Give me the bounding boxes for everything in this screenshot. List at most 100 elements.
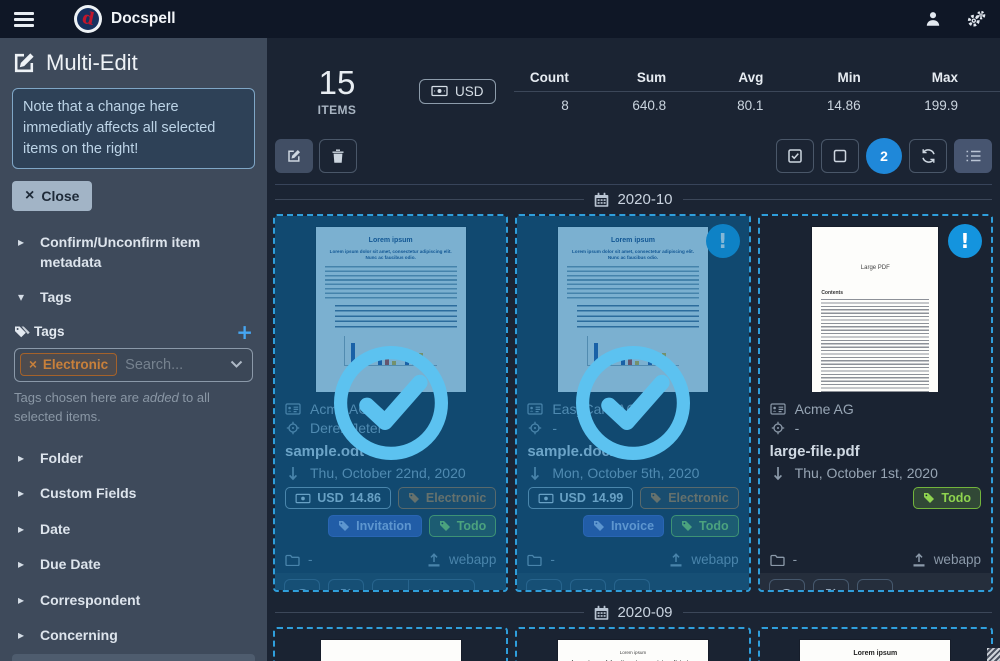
caret-right-icon: ▸ xyxy=(18,628,25,643)
caret-down-icon: ▾ xyxy=(18,290,25,305)
item-card-sample-docx[interactable]: ! Lorem ipsum Lorem ipsum dolor sit amet… xyxy=(515,214,751,592)
caret-right-icon: ▸ xyxy=(18,557,25,572)
item-thumbnail[interactable]: Lorem ipsum Lorem ipsum dolor sit amet, … xyxy=(517,629,748,661)
resize-grip[interactable] xyxy=(987,648,1000,661)
selection-count-badge[interactable]: 2 xyxy=(866,138,902,174)
preview-eye-button[interactable] xyxy=(526,579,563,590)
stats-header-avg: Avg xyxy=(708,64,806,92)
settings-gears-icon[interactable] xyxy=(966,10,986,28)
multi-edit-note: Note that a change here immediatly affec… xyxy=(12,88,255,170)
correspondent-row: Acme AG xyxy=(770,401,981,417)
item-card-large-file-pdf[interactable]: ! Large PDF Contents Acme AG - large-fil… xyxy=(757,214,993,592)
folder-icon xyxy=(285,554,300,566)
sidebar-item-date[interactable]: ▸ Date xyxy=(12,512,255,548)
crosshairs-icon xyxy=(770,421,786,435)
sidebar-item-due-date[interactable]: ▸ Due Date xyxy=(12,547,255,583)
select-all-button[interactable] xyxy=(776,139,814,173)
preview-eye-button[interactable] xyxy=(284,579,320,590)
tag-badge-todo[interactable]: Todo xyxy=(671,515,739,537)
items-count-label: ITEMS xyxy=(317,103,357,118)
thumb-text-lines xyxy=(324,266,457,301)
sidebar-item-folder[interactable]: ▸ Folder xyxy=(12,441,255,477)
sidebar-item-tags[interactable]: ▾ Tags xyxy=(12,280,255,316)
tag-badge-electronic[interactable]: Electronic xyxy=(640,487,739,509)
tag-icon xyxy=(338,520,350,532)
multi-edit-button[interactable] xyxy=(275,139,313,173)
tags-help-text: Tags chosen here are added to all select… xyxy=(14,389,253,427)
close-button[interactable]: × Close xyxy=(12,181,93,212)
deselect-all-button[interactable] xyxy=(821,139,859,173)
sidebar-item-concerning[interactable]: ▸ Concerning xyxy=(12,618,255,654)
stats-table: Count Sum Avg Min Max 8 640.8 80.1 14.86… xyxy=(513,64,1000,119)
tag-badge-invitation[interactable]: Invitation xyxy=(328,515,422,537)
item-thumbnail[interactable]: Keywords in PDF xyxy=(275,629,506,661)
tag-badge-todo[interactable]: Todo xyxy=(428,515,497,537)
sidebar-item-confirm[interactable]: ▸ Confirm/Unconfirm item metadata xyxy=(12,225,255,280)
concerning-name: - xyxy=(552,420,557,436)
tags-search-box[interactable]: × Electronic xyxy=(14,347,253,382)
thumb-title: Lorem ipsum xyxy=(619,650,647,655)
sidebar-item-direction[interactable]: ▸ Direction xyxy=(12,654,255,661)
amount-value: 14.86 xyxy=(349,491,381,505)
item-card-partial-3[interactable]: Lorem ipsum Lorem ipsum dolor sit amet, … xyxy=(757,627,993,661)
sidebar-item-correspondent[interactable]: ▸ Correspondent xyxy=(12,583,255,619)
stats-value-sum: 640.8 xyxy=(632,97,667,113)
hamburger-menu-icon[interactable] xyxy=(14,11,34,27)
refresh-button[interactable] xyxy=(909,139,947,173)
item-meta: EasyCare AG - sample.docx Mon, October 5… xyxy=(517,392,748,546)
currency-filter-label: USD xyxy=(455,83,484,99)
stats-header-max: Max xyxy=(902,64,1000,92)
item-card-sample-odt[interactable]: Lorem ipsum Lorem ipsum dolor sit amet, … xyxy=(273,214,509,592)
next-attachment-button[interactable]: → xyxy=(373,580,408,590)
thumb-title: Large PDF xyxy=(860,265,890,271)
items-count-block: 15 ITEMS xyxy=(267,64,407,118)
tag-search-input[interactable] xyxy=(125,356,222,373)
caret-right-icon: ▸ xyxy=(18,521,25,536)
tag-label: Electronic xyxy=(425,491,487,505)
tags-icon xyxy=(14,325,30,339)
selected-tag-chip[interactable]: × Electronic xyxy=(20,353,118,377)
list-view-button[interactable] xyxy=(954,139,992,173)
tag-badge-invoice[interactable]: Invoice xyxy=(582,515,665,537)
warning-exclamation-icon: ! xyxy=(947,224,982,258)
thumb-contents-label: Contents xyxy=(821,290,843,296)
tag-icon xyxy=(439,520,451,532)
user-icon[interactable] xyxy=(924,10,942,28)
thumb-bar-chart xyxy=(344,336,437,367)
tag-badge-electronic[interactable]: Electronic xyxy=(397,487,497,509)
item-thumbnail[interactable]: Lorem ipsum Lorem ipsum dolor sit amet, … xyxy=(760,629,991,661)
concerning-name: - xyxy=(794,420,800,436)
edit-item-button[interactable] xyxy=(812,579,849,590)
edit-item-button[interactable] xyxy=(570,579,607,590)
upload-icon xyxy=(427,552,441,567)
page-count-label: 1/2, 4p. xyxy=(407,580,474,590)
amount-badge[interactable]: USD 14.86 xyxy=(285,487,391,509)
item-date-row: Thu, October 22nd, 2020 xyxy=(285,465,496,481)
item-thumbnail[interactable]: Lorem ipsum Lorem ipsum dolor sit amet, … xyxy=(275,216,506,392)
preview-eye-button[interactable] xyxy=(768,579,805,590)
item-date: Mon, October 5th, 2020 xyxy=(552,465,700,481)
remove-tag-icon[interactable]: × xyxy=(29,357,37,372)
delete-button[interactable] xyxy=(319,139,357,173)
tag-label: Todo xyxy=(456,519,487,533)
crosshairs-icon xyxy=(285,421,301,435)
edit-item-button[interactable] xyxy=(328,579,364,590)
item-card-partial-1[interactable]: Keywords in PDF xyxy=(273,627,509,661)
item-date: Thu, October 1st, 2020 xyxy=(794,465,938,481)
tag-badge-todo[interactable]: Todo xyxy=(913,487,981,509)
chevron-down-icon[interactable] xyxy=(230,360,243,369)
item-badges: Todo xyxy=(770,487,981,542)
concerning-row: Derek Jeter xyxy=(285,420,496,436)
sidebar-item-custom-fields[interactable]: ▸ Custom Fields xyxy=(12,476,255,512)
close-label: Close xyxy=(41,188,80,205)
amount-badge[interactable]: USD 14.99 xyxy=(527,487,634,509)
thumb-bullet-lines xyxy=(334,305,457,332)
item-badges: USD 14.99 Electronic Invoice Todo xyxy=(527,487,739,542)
item-card-partial-2[interactable]: Lorem ipsum Lorem ipsum dolor sit amet, … xyxy=(515,627,751,661)
calendar-icon xyxy=(594,605,609,621)
add-tag-plus-icon[interactable]: + xyxy=(236,322,253,342)
folder-value: - xyxy=(550,552,555,567)
id-card-icon xyxy=(285,403,301,415)
top-navbar: d Docspell xyxy=(0,0,1000,38)
tag-label: Electronic xyxy=(668,491,729,505)
